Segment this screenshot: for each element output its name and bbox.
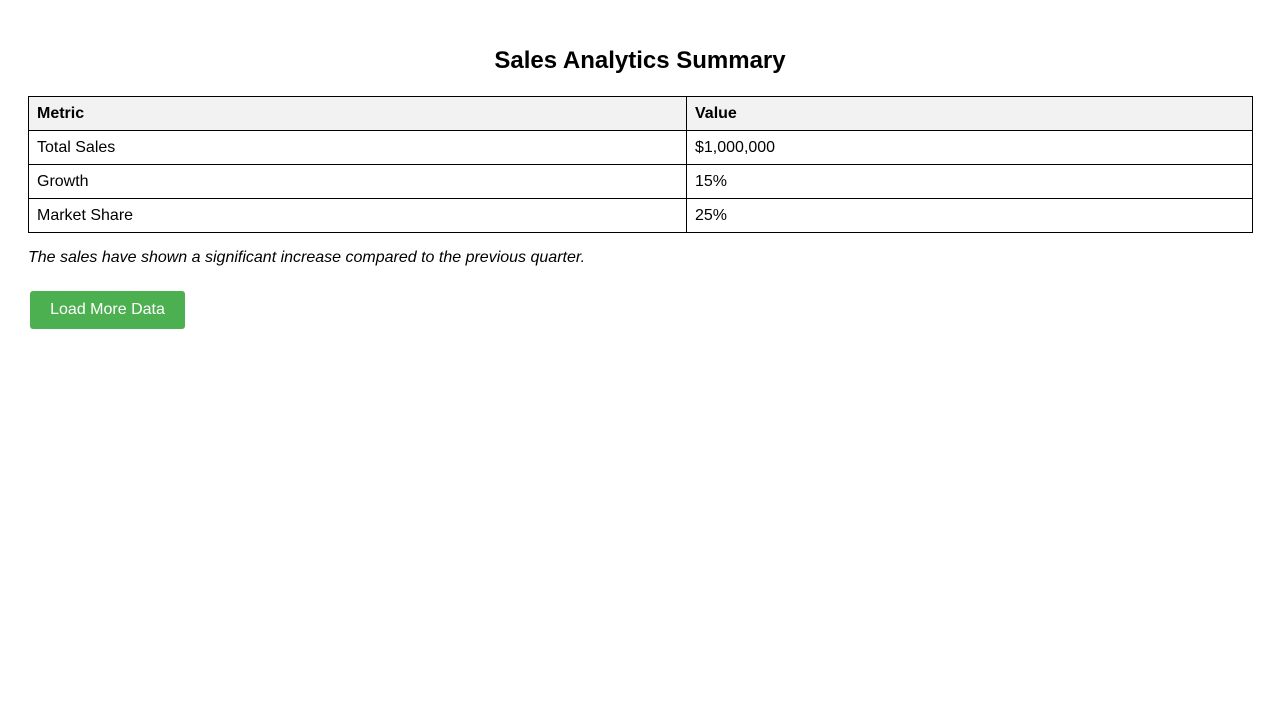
metric-cell: Growth — [28, 164, 687, 199]
load-more-button[interactable]: Load More Data — [30, 291, 185, 329]
column-header-metric: Metric — [28, 96, 687, 131]
metrics-table: Metric Value Total Sales $1,000,000 Grow… — [28, 96, 1253, 233]
page-container: Sales Analytics Summary Metric Value Tot… — [0, 0, 1280, 720]
table-row: Total Sales $1,000,000 — [28, 130, 1253, 165]
metric-cell: Total Sales — [28, 130, 687, 165]
column-header-value: Value — [686, 96, 1253, 131]
table-row: Market Share 25% — [28, 198, 1253, 233]
value-cell: $1,000,000 — [686, 130, 1253, 165]
value-cell: 15% — [686, 164, 1253, 199]
metric-cell: Market Share — [28, 198, 687, 233]
value-cell: 25% — [686, 198, 1253, 233]
page-title: Sales Analytics Summary — [494, 47, 786, 74]
table-header-row: Metric Value — [28, 96, 1253, 131]
summary-note: The sales have shown a significant incre… — [28, 249, 586, 266]
table-row: Growth 15% — [28, 164, 1253, 199]
